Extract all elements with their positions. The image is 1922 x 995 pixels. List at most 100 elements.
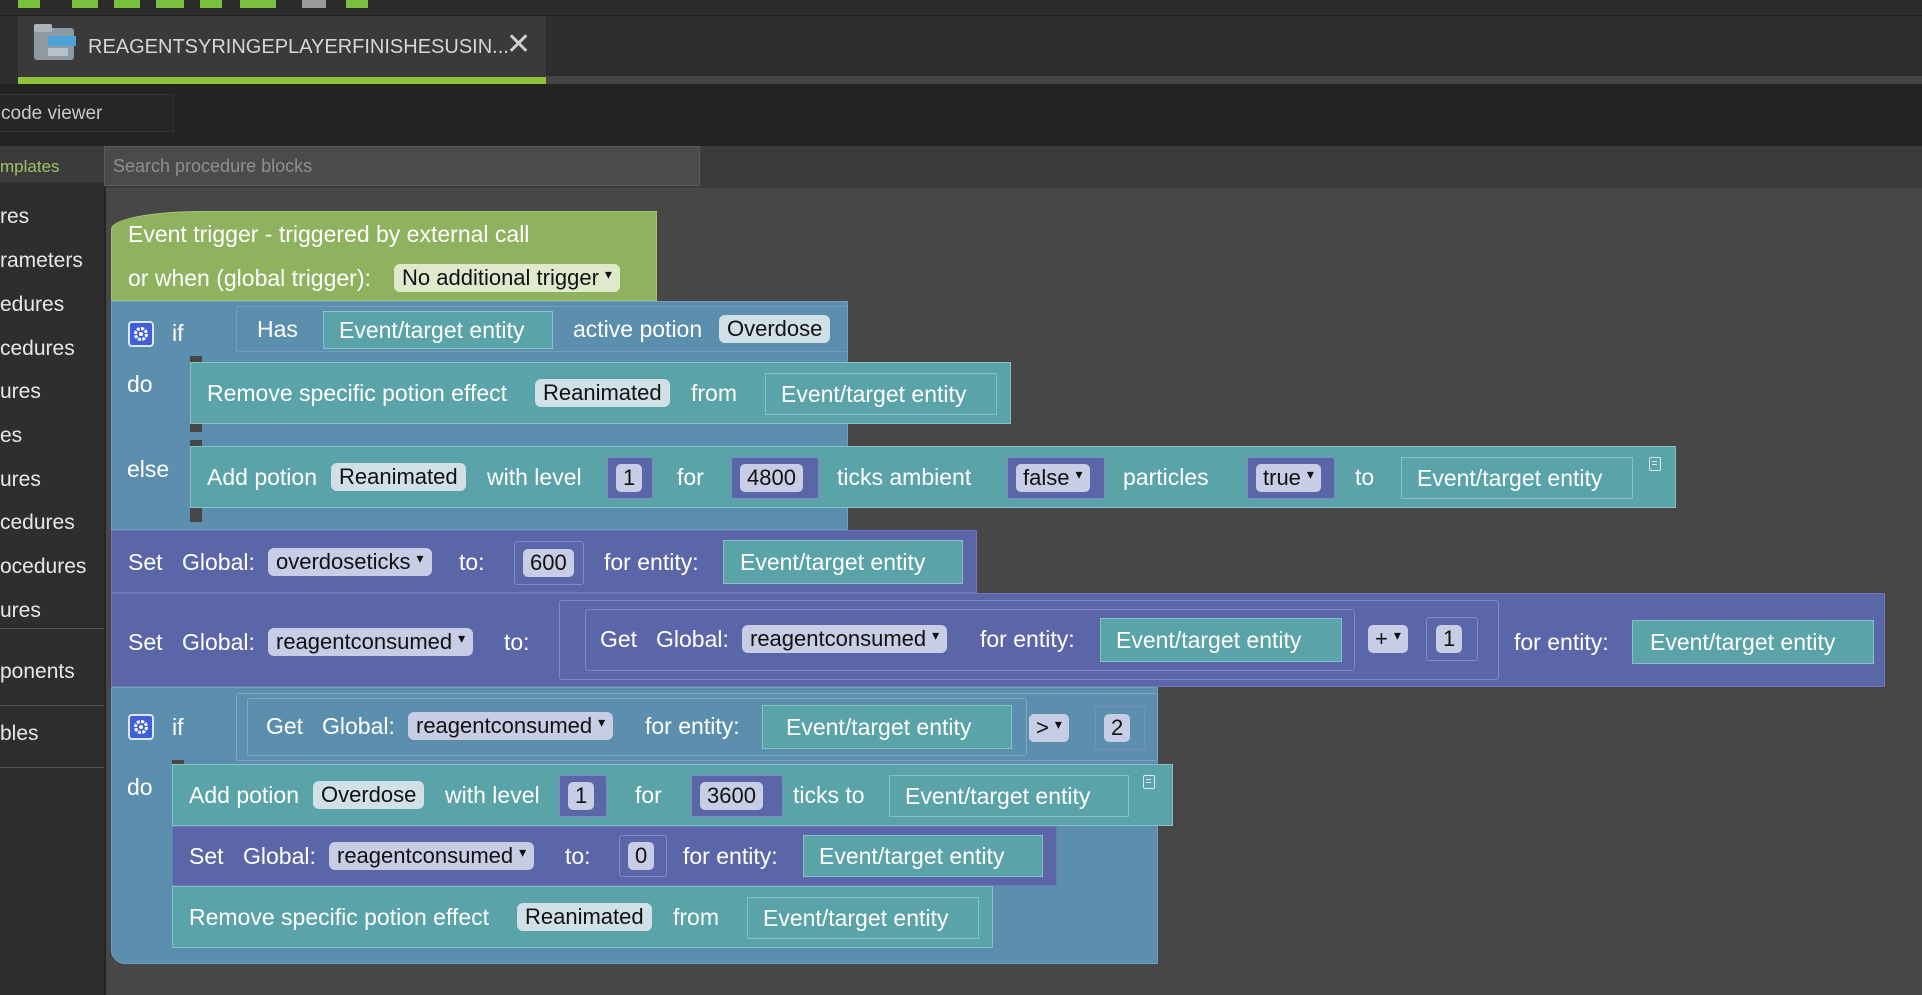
- entity-input[interactable]: Event/target entity: [723, 540, 963, 584]
- search-input[interactable]: [104, 146, 700, 186]
- add-element-icon[interactable]: [72, 0, 98, 8]
- level-input[interactable]: 1: [607, 457, 653, 499]
- value-field[interactable]: 600: [523, 549, 574, 577]
- sidebar-item[interactable]: ures: [0, 468, 41, 492]
- particles-label: particles: [1123, 464, 1209, 490]
- comment-icon[interactable]: [1143, 775, 1155, 789]
- global-label: Global:: [243, 843, 316, 869]
- level-input[interactable]: 1: [559, 775, 607, 817]
- link-icon[interactable]: [346, 0, 368, 8]
- set-global-block[interactable]: Set Global: reagentconsumed to: 0 for en…: [172, 826, 1057, 886]
- value-input[interactable]: 0: [619, 835, 667, 877]
- particles-input[interactable]: true: [1247, 457, 1335, 499]
- ambient-dropdown[interactable]: false: [1016, 464, 1090, 492]
- operand-input[interactable]: 1: [1426, 617, 1478, 661]
- get-global-block[interactable]: Get Global: reagentconsumed for entity: …: [247, 698, 1027, 756]
- sidebar-item[interactable]: cedures: [0, 511, 75, 535]
- level-value[interactable]: 1: [616, 464, 643, 492]
- comment-icon[interactable]: [1649, 457, 1661, 471]
- value-field[interactable]: 0: [628, 842, 655, 870]
- operand-input[interactable]: 2: [1095, 706, 1145, 750]
- if-keyword: if: [172, 320, 184, 346]
- global-label: Global:: [182, 629, 255, 655]
- ambient-input[interactable]: false: [1007, 457, 1105, 499]
- remove-potion-block[interactable]: Remove specific potion effect Reanimated…: [172, 886, 993, 948]
- effect-dropdown[interactable]: Reanimated: [535, 379, 670, 407]
- tab-procedure[interactable]: REAGENTSYRINGEPLAYERFINISHESUSIN... ✕: [18, 16, 546, 84]
- templates-label: mplates: [0, 157, 60, 176]
- potion-dropdown[interactable]: Overdose: [313, 781, 425, 809]
- entity-label: Event/target entity: [905, 783, 1091, 809]
- particles-dropdown[interactable]: true: [1256, 464, 1321, 492]
- set-global-block[interactable]: Set Global: reagentconsumed to: Get Glob…: [111, 593, 1885, 687]
- add-potion-label: Add potion: [207, 464, 317, 490]
- sidebar-item[interactable]: edures: [0, 293, 64, 317]
- gear-icon[interactable]: [128, 321, 154, 347]
- entity-label: Event/target entity: [781, 381, 967, 407]
- sidebar-item[interactable]: es: [0, 424, 22, 448]
- with-level-label: with level: [487, 464, 582, 490]
- event-trigger-block[interactable]: Event trigger - triggered by external ca…: [111, 211, 657, 301]
- potion-dropdown[interactable]: Overdose: [719, 315, 831, 343]
- ticks-input[interactable]: 4800: [731, 457, 819, 499]
- save-icon[interactable]: [302, 0, 326, 8]
- entity-input[interactable]: Event/target entity: [1632, 620, 1874, 664]
- sidebar-item[interactable]: res: [0, 205, 29, 229]
- entity-input[interactable]: Event/target entity: [889, 775, 1129, 817]
- add-template-icon[interactable]: [240, 0, 276, 8]
- entity-input[interactable]: Event/target entity: [747, 897, 979, 939]
- add-block-icon[interactable]: [114, 0, 140, 8]
- math-expression[interactable]: Get Global: reagentconsumed for entity: …: [559, 600, 1499, 680]
- add-potion-block[interactable]: Add potion Reanimated with level 1 for 4…: [190, 446, 1676, 508]
- entity-input[interactable]: Event/target entity: [323, 311, 553, 349]
- ticks-value[interactable]: 3600: [700, 782, 763, 810]
- add-potion-block[interactable]: Add potion Overdose with level 1 for 360…: [172, 764, 1173, 826]
- entity-label: Event/target entity: [1417, 465, 1603, 491]
- gear-icon[interactable]: [128, 714, 154, 740]
- operator-dropdown[interactable]: +: [1368, 625, 1408, 653]
- entity-input[interactable]: Event/target entity: [803, 835, 1043, 877]
- operand-value[interactable]: 1: [1436, 625, 1463, 653]
- code-viewer-button[interactable]: code viewer: [0, 94, 174, 132]
- operator-dropdown[interactable]: >: [1029, 714, 1069, 742]
- operand-value[interactable]: 2: [1104, 714, 1131, 742]
- level-value[interactable]: 1: [568, 782, 595, 810]
- templates-tab[interactable]: mplates: [0, 146, 104, 182]
- variable-dropdown[interactable]: reagentconsumed: [408, 712, 614, 740]
- get-label: Get: [266, 713, 304, 739]
- sidebar-item[interactable]: cedures: [0, 337, 75, 361]
- get-label: Get: [600, 626, 638, 652]
- add-variable-icon[interactable]: [200, 0, 222, 8]
- global-trigger-dropdown[interactable]: No additional trigger: [394, 264, 620, 292]
- sidebar-item[interactable]: ponents: [0, 660, 75, 684]
- entity-label: Event/target entity: [763, 905, 949, 931]
- entity-input[interactable]: Event/target entity: [1401, 457, 1633, 499]
- variable-dropdown[interactable]: reagentconsumed: [742, 625, 948, 653]
- close-icon[interactable]: ✕: [506, 30, 531, 60]
- entity-input[interactable]: Event/target entity: [765, 373, 997, 415]
- if-keyword: if: [172, 714, 184, 740]
- variable-dropdown[interactable]: overdoseticks: [268, 548, 432, 576]
- effect-dropdown[interactable]: Reanimated: [517, 903, 652, 931]
- get-global-block[interactable]: Get Global: reagentconsumed for entity: …: [585, 609, 1355, 671]
- ticks-input[interactable]: 3600: [691, 775, 783, 817]
- set-global-block[interactable]: Set Global: overdoseticks to: 600 for en…: [111, 530, 977, 593]
- remove-potion-block[interactable]: Remove specific potion effect Reanimated…: [190, 362, 1011, 424]
- potion-dropdown[interactable]: Reanimated: [331, 463, 466, 491]
- sidebar-item[interactable]: bles: [0, 722, 39, 746]
- active-potion-label: active potion: [573, 316, 703, 342]
- entity-input[interactable]: Event/target entity: [762, 705, 1012, 749]
- entity-input[interactable]: Event/target entity: [1100, 618, 1342, 662]
- layout-icon[interactable]: [18, 0, 40, 8]
- add-procedure-icon[interactable]: [156, 0, 184, 8]
- variable-dropdown[interactable]: reagentconsumed: [329, 842, 535, 870]
- sidebar-item[interactable]: ures: [0, 599, 41, 623]
- sidebar-item[interactable]: ocedures: [0, 555, 86, 579]
- value-input[interactable]: 600: [514, 541, 584, 585]
- compare-condition[interactable]: Get Global: reagentconsumed for entity: …: [236, 693, 1158, 761]
- sidebar-item[interactable]: ures: [0, 380, 41, 404]
- ticks-value[interactable]: 4800: [740, 464, 803, 492]
- sidebar-item[interactable]: rameters: [0, 249, 83, 273]
- variable-dropdown[interactable]: reagentconsumed: [268, 628, 474, 656]
- has-potion-condition[interactable]: Has Event/target entity active potion Ov…: [236, 306, 848, 352]
